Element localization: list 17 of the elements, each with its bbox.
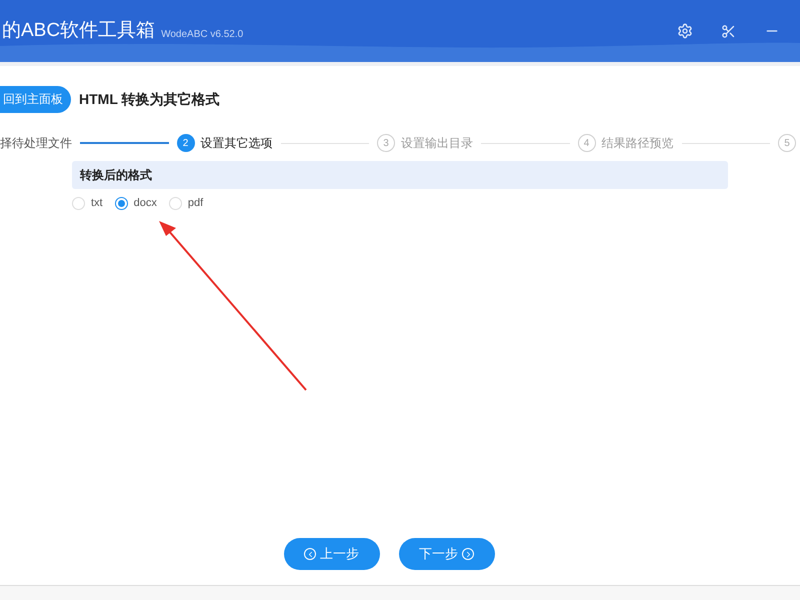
step-number: 2 xyxy=(176,134,194,152)
step-number: 4 xyxy=(578,134,596,152)
step-label: 设置其它选项 xyxy=(200,135,272,152)
step-number: 5 xyxy=(778,134,796,152)
step-label: 结果路径预览 xyxy=(602,135,674,152)
version-label: WodeABC v6.52.0 xyxy=(161,28,244,42)
step-label: 设置输出目录 xyxy=(401,135,473,152)
settings-icon[interactable] xyxy=(677,23,693,39)
page-title: HTML 转换为其它格式 xyxy=(79,90,220,108)
step-label: 择待处理文件 xyxy=(0,135,72,152)
section-heading: 转换后的格式 xyxy=(80,167,152,184)
format-radio[interactable]: txt xyxy=(72,194,103,212)
step-number: 3 xyxy=(377,134,395,152)
scissors-icon[interactable] xyxy=(721,24,736,38)
app-title: 的ABC软件工具箱 xyxy=(2,18,156,43)
format-radio[interactable]: docx xyxy=(114,194,157,212)
format-radio[interactable]: pdf xyxy=(168,194,204,212)
